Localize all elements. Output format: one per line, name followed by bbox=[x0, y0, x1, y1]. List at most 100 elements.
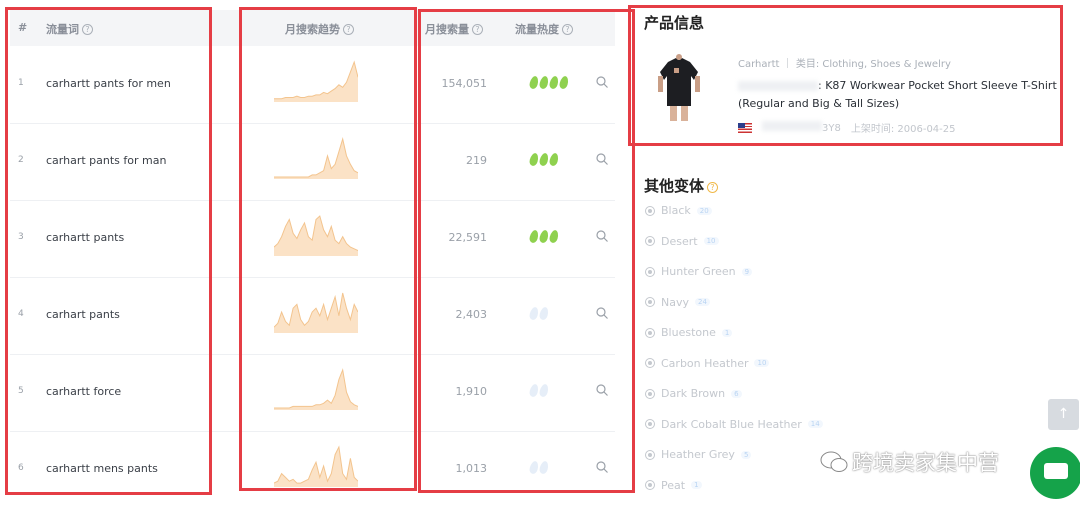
trend-sparkline[interactable] bbox=[274, 58, 358, 102]
row-keyword[interactable]: carhartt pants for men bbox=[46, 77, 171, 90]
heat-drop-icon bbox=[528, 383, 540, 398]
help-icon[interactable]: ? bbox=[562, 24, 573, 35]
wechat-icon bbox=[820, 451, 848, 472]
variant-name: Dark Cobalt Blue Heather bbox=[661, 417, 802, 431]
row-keyword[interactable]: carhartt mens pants bbox=[46, 462, 158, 475]
variants-title: 其他变体? bbox=[644, 175, 719, 196]
trend-sparkline[interactable] bbox=[274, 212, 358, 256]
variant-count-badge: 1 bbox=[691, 481, 702, 489]
trend-sparkline[interactable] bbox=[274, 289, 358, 333]
watermark: 跨境卖家集中营 bbox=[820, 447, 999, 477]
trend-sparkline[interactable] bbox=[274, 366, 358, 410]
variant-count-badge: 5 bbox=[740, 450, 752, 459]
variant-item[interactable]: Black 20 bbox=[645, 204, 712, 217]
radio-icon[interactable] bbox=[645, 480, 655, 490]
radio-icon[interactable] bbox=[645, 449, 655, 460]
variant-name: Heather Grey bbox=[661, 448, 735, 461]
variant-name: Bluestone bbox=[661, 326, 716, 339]
variant-item[interactable]: Navy 24 bbox=[645, 296, 710, 309]
magnifier-icon[interactable] bbox=[596, 153, 608, 165]
trend-area bbox=[274, 370, 358, 410]
radio-icon[interactable] bbox=[645, 358, 655, 368]
row-volume: 154,051 bbox=[441, 77, 488, 90]
product-meta: 3Y8 上架时间: 2006-04-25 bbox=[738, 120, 956, 135]
row-divider bbox=[10, 123, 615, 124]
variant-item[interactable]: Desert 10 bbox=[645, 235, 719, 248]
row-heat bbox=[528, 383, 550, 398]
heat-drop-icon bbox=[528, 75, 540, 90]
radio-icon[interactable] bbox=[645, 327, 655, 338]
heat-drop-icon bbox=[538, 383, 550, 398]
magnifier-icon[interactable] bbox=[596, 76, 608, 88]
heat-drop-icon bbox=[548, 229, 560, 244]
trend-area bbox=[274, 139, 358, 179]
variant-item[interactable]: Carbon Heather 10 bbox=[645, 356, 770, 370]
variant-name: Carbon Heather bbox=[661, 356, 749, 370]
help-icon[interactable]: ? bbox=[82, 24, 93, 35]
variant-item[interactable]: Heather Grey 5 bbox=[645, 448, 752, 461]
row-rank: 5 bbox=[18, 386, 24, 396]
radio-icon[interactable] bbox=[645, 419, 655, 429]
row-divider bbox=[10, 354, 615, 355]
trend-area bbox=[274, 447, 358, 487]
row-heat bbox=[528, 75, 570, 90]
row-heat bbox=[528, 306, 550, 321]
magnifier-icon[interactable] bbox=[596, 461, 608, 473]
variant-item[interactable]: Dark Cobalt Blue Heather 14 bbox=[645, 418, 823, 431]
radio-icon[interactable] bbox=[645, 297, 655, 307]
help-icon[interactable]: ? bbox=[472, 24, 483, 35]
radio-icon[interactable] bbox=[645, 205, 655, 216]
row-rank: 4 bbox=[18, 309, 24, 319]
variant-count-badge: 6 bbox=[731, 389, 742, 398]
listed-date: 上架时间: 2006-04-25 bbox=[850, 124, 956, 135]
variant-count-badge: 14 bbox=[807, 420, 823, 428]
variant-item[interactable]: Bluestone 1 bbox=[645, 326, 733, 339]
row-volume: 2,403 bbox=[455, 308, 488, 321]
radio-icon[interactable] bbox=[645, 388, 655, 399]
row-volume: 1,910 bbox=[455, 385, 488, 398]
heat-drop-icon bbox=[528, 152, 540, 167]
redacted-text bbox=[738, 81, 818, 91]
header-trend: 月搜索趋势? bbox=[285, 21, 354, 37]
row-keyword[interactable]: carhartt force bbox=[46, 385, 121, 398]
row-heat bbox=[528, 229, 560, 244]
row-divider bbox=[10, 277, 615, 278]
variant-count-badge: 20 bbox=[696, 206, 712, 215]
row-keyword[interactable]: carhart pants bbox=[46, 308, 120, 321]
heat-drop-icon bbox=[538, 460, 550, 475]
product-title[interactable]: : K87 Workwear Pocket Short Sleeve T-Shi… bbox=[738, 77, 1070, 113]
trend-sparkline[interactable] bbox=[274, 135, 358, 179]
product-image[interactable] bbox=[654, 54, 704, 124]
trend-area bbox=[274, 62, 358, 102]
heat-drop-icon bbox=[528, 306, 540, 321]
radio-icon[interactable] bbox=[645, 236, 655, 246]
help-icon[interactable]: ? bbox=[707, 182, 719, 193]
magnifier-icon[interactable] bbox=[596, 384, 608, 396]
row-volume: 1,013 bbox=[455, 462, 488, 475]
back-to-top-button[interactable]: ↑ bbox=[1048, 399, 1079, 430]
us-flag-icon bbox=[738, 122, 752, 133]
variant-item[interactable]: Peat 1 bbox=[645, 479, 702, 492]
variant-count-badge: 10 bbox=[754, 359, 770, 367]
arrow-up-icon: ↑ bbox=[1057, 406, 1070, 422]
row-keyword[interactable]: carhart pants for man bbox=[46, 154, 166, 167]
row-divider bbox=[10, 200, 615, 201]
product-info-title: 产品信息 bbox=[644, 14, 705, 32]
header-heat: 流量热度? bbox=[515, 21, 573, 37]
variant-name: Hunter Green bbox=[661, 265, 736, 278]
magnifier-icon[interactable] bbox=[596, 307, 608, 319]
variant-count-badge: 24 bbox=[695, 298, 710, 306]
help-icon[interactable]: ? bbox=[343, 24, 354, 35]
product-brand-category[interactable]: Carhartt ｜ 类目: Clothing, Shoes & Jewelry bbox=[738, 55, 951, 70]
magnifier-icon[interactable] bbox=[596, 230, 608, 242]
variant-item[interactable]: Dark Brown 6 bbox=[645, 387, 742, 400]
chat-button[interactable] bbox=[1030, 447, 1080, 499]
radio-icon[interactable] bbox=[645, 266, 655, 277]
trend-sparkline[interactable] bbox=[274, 443, 358, 487]
variant-item[interactable]: Hunter Green 9 bbox=[645, 265, 753, 278]
row-rank: 6 bbox=[18, 463, 24, 473]
row-rank: 3 bbox=[18, 232, 24, 242]
variant-name: Navy bbox=[661, 295, 689, 309]
header-keyword: 流量词? bbox=[46, 21, 93, 37]
row-keyword[interactable]: carhartt pants bbox=[46, 231, 124, 244]
